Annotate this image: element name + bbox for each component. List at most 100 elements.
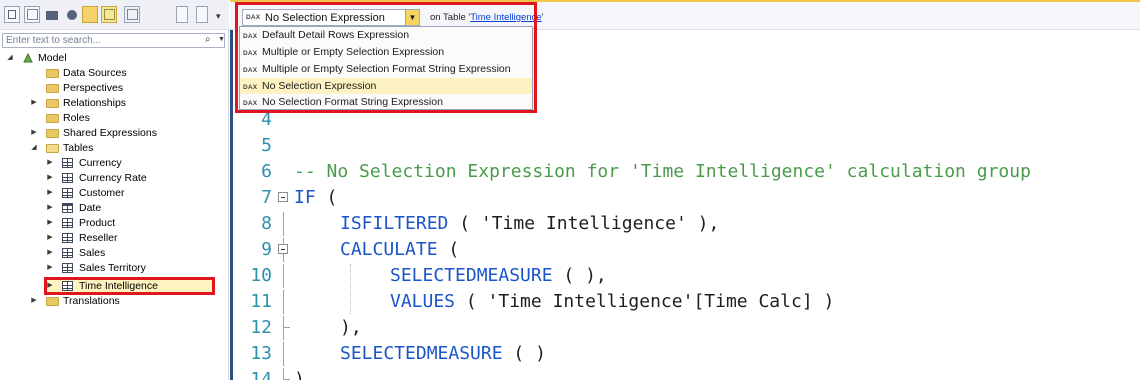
filter-icon[interactable] xyxy=(101,6,117,23)
code-text: ( ) xyxy=(502,343,546,364)
dropdown-option-selected[interactable]: DAX No Selection Expression xyxy=(240,78,532,94)
expand-icon[interactable]: ▶ xyxy=(46,231,54,245)
option-label: Default Detail Rows Expression xyxy=(262,29,410,41)
option-label: No Selection Format String Expression xyxy=(262,96,443,108)
expand-icon[interactable]: ▶ xyxy=(46,261,54,275)
code-line: ) xyxy=(294,369,305,380)
show-all-files-icon[interactable] xyxy=(4,6,20,23)
tree-node-label: Sales Territory xyxy=(79,262,146,274)
code-keyword: ISFILTERED xyxy=(340,213,449,234)
on-table-suffix: ' xyxy=(541,12,544,23)
tree-node-label: Perspectives xyxy=(63,82,124,94)
folder-icon xyxy=(46,297,59,306)
expand-icon[interactable]: ▶ xyxy=(30,126,38,140)
tree-node-label: Customer xyxy=(79,187,125,199)
code-comment: -- No Selection Expression for 'Time Int… xyxy=(294,161,1031,182)
line-number: 5 xyxy=(261,135,272,156)
tree-node-label: Product xyxy=(79,217,116,229)
expand-icon[interactable] xyxy=(196,6,208,23)
line-number: 7 xyxy=(261,187,272,208)
tree-view-icon[interactable] xyxy=(24,6,40,23)
table-icon xyxy=(62,263,73,273)
on-table-label: on Table 'Time Intelligence' xyxy=(430,12,544,23)
expand-icon[interactable]: ▶ xyxy=(46,186,54,200)
search-icon[interactable]: ⌕ xyxy=(205,34,211,45)
code-line: ISFILTERED ( 'Time Intelligence' ), xyxy=(340,212,719,236)
folder-open-icon xyxy=(46,144,59,153)
collapse-icon[interactable]: ◢ xyxy=(6,51,14,65)
code-line: SELECTEDMEASURE ( ), xyxy=(390,264,607,288)
expand-icon[interactable]: ▶ xyxy=(46,201,54,215)
hierarchy-icon[interactable] xyxy=(44,6,60,23)
dax-badge: DAX xyxy=(243,50,258,57)
table-icon xyxy=(62,248,73,258)
dax-badge: DAX xyxy=(243,67,258,74)
code-keyword: VALUES xyxy=(390,291,456,312)
search-input[interactable] xyxy=(3,34,199,47)
search-options-icon[interactable]: ▼ xyxy=(218,36,225,43)
expression-selector[interactable]: DAX No Selection Expression ▼ xyxy=(242,9,420,26)
collapse-icon[interactable]: ◢ xyxy=(30,141,38,155)
dropdown-option[interactable]: DAX Default Detail Rows Expression xyxy=(240,27,532,43)
code-line: SELECTEDMEASURE ( ) xyxy=(340,342,546,366)
fold-guide xyxy=(276,342,290,366)
expression-selector-value: No Selection Expression xyxy=(265,12,385,24)
fold-end xyxy=(276,316,290,340)
tree-node-label: Roles xyxy=(63,112,90,124)
explorer-toolbar: ▾ xyxy=(0,0,229,30)
tree-node-label: Reseller xyxy=(79,232,118,244)
expand-icon[interactable]: ▶ xyxy=(46,279,54,293)
table-icon xyxy=(62,233,73,243)
columns-icon[interactable] xyxy=(124,6,140,23)
code-text: ( xyxy=(437,239,460,260)
tree-node-label: Sales xyxy=(79,247,106,259)
dax-badge: DAX xyxy=(243,100,258,107)
tree-node-label: Data Sources xyxy=(63,67,127,79)
perspective-icon[interactable] xyxy=(63,6,79,23)
code-text: ( ), xyxy=(552,265,607,286)
toolbar-dropdown-icon[interactable]: ▾ xyxy=(216,11,221,22)
expand-icon[interactable]: ▶ xyxy=(46,156,54,170)
expand-icon[interactable]: ▶ xyxy=(30,96,38,110)
line-number: 8 xyxy=(261,213,272,234)
fold-guide xyxy=(276,264,290,288)
dropdown-option[interactable]: DAX Multiple or Empty Selection Expressio… xyxy=(240,44,532,60)
table-link[interactable]: Time Intelligence xyxy=(470,12,541,23)
fold-toggle[interactable] xyxy=(276,186,290,210)
dropdown-option[interactable]: DAX Multiple or Empty Selection Format St… xyxy=(240,61,532,77)
tree-node-label: Date xyxy=(79,202,102,214)
dax-badge: DAX xyxy=(246,14,261,21)
expand-icon[interactable]: ▶ xyxy=(46,171,54,185)
line-number: 12 xyxy=(250,317,272,338)
calculation-group-icon xyxy=(62,281,73,291)
tree-node-label: Tables xyxy=(63,142,94,154)
tree-node-label: Currency Rate xyxy=(79,172,147,184)
line-number: 6 xyxy=(261,161,272,182)
dax-badge: DAX xyxy=(243,33,258,40)
tree-node-label: Model xyxy=(38,52,67,64)
date-table-icon xyxy=(62,203,73,213)
folder-icon xyxy=(46,114,59,123)
show-folders-icon[interactable] xyxy=(82,6,98,23)
table-icon xyxy=(62,158,73,168)
collapse-icon[interactable] xyxy=(176,6,188,23)
tree-node-label: Currency xyxy=(79,157,122,169)
folder-icon xyxy=(46,84,59,93)
expression-dropdown-list: DAX Default Detail Rows Expression DAX Mul… xyxy=(239,26,533,110)
indent-guide xyxy=(350,264,351,314)
tree-node-label: Translations xyxy=(63,295,120,307)
model-explorer-pane: ▾ ⌕ ▼ ◢ Model Data Sources Perspectives … xyxy=(0,0,229,380)
fold-toggle[interactable] xyxy=(276,238,290,262)
expand-icon[interactable]: ▶ xyxy=(30,294,38,308)
dropdown-arrow-icon[interactable]: ▼ xyxy=(405,10,419,25)
expand-icon[interactable]: ▶ xyxy=(46,216,54,230)
expand-icon[interactable]: ▶ xyxy=(46,246,54,260)
code-text: ( 'Time Intelligence' ), xyxy=(448,213,720,234)
code-keyword: CALCULATE xyxy=(340,239,438,260)
fold-guide xyxy=(276,212,290,236)
code-keyword: SELECTEDMEASURE xyxy=(340,343,503,364)
line-number: 14 xyxy=(250,369,272,380)
tree-node-label: Relationships xyxy=(63,97,127,109)
table-icon xyxy=(62,188,73,198)
dropdown-option[interactable]: DAX No Selection Format String Expression xyxy=(240,94,532,110)
